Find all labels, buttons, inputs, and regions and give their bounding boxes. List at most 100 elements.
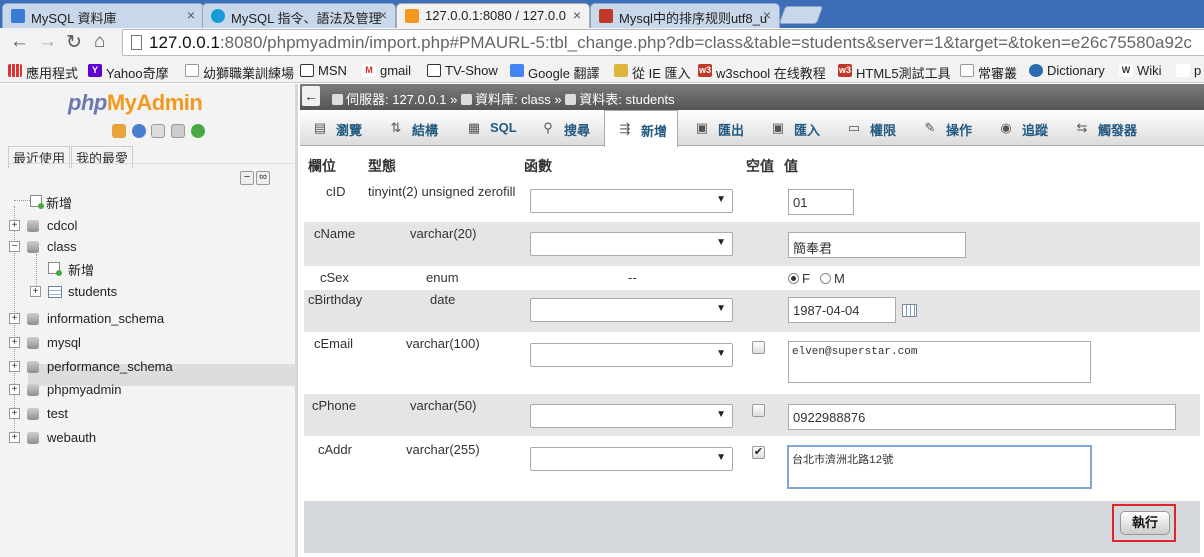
table-name[interactable]: students	[68, 284, 117, 299]
expand-icon[interactable]: +	[9, 313, 20, 324]
db-name[interactable]: performance_schema	[47, 359, 173, 374]
tree-db-class[interactable]: − class	[9, 239, 77, 254]
new-tab-button[interactable]	[778, 6, 824, 24]
bookmark-youth-training[interactable]: 幼獅職業訓練場	[185, 63, 294, 82]
value-input-cname[interactable]: 簡奉君	[788, 232, 966, 258]
expand-icon[interactable]: +	[30, 286, 41, 297]
tab-insert[interactable]: ⇶ 新增	[604, 110, 678, 147]
function-select[interactable]: ▼	[530, 447, 733, 471]
bookmark-overflow[interactable]: p	[1176, 63, 1201, 78]
link-with-main-icon[interactable]: ∞	[256, 171, 270, 185]
tree-db-phpmyadmin[interactable]: + phpmyadmin	[9, 382, 121, 397]
bookmark-msn[interactable]: MSN	[300, 63, 347, 78]
bookmark-html5-test[interactable]: w3 HTML5測試工具	[838, 63, 951, 82]
tab-tracking[interactable]: ◉ 追蹤	[986, 110, 1048, 146]
expand-icon[interactable]: +	[9, 220, 20, 231]
db-name[interactable]: mysql	[47, 335, 81, 350]
value-input-cid[interactable]: 01	[788, 189, 854, 215]
close-tab-icon[interactable]: ×	[763, 7, 771, 23]
radio-m[interactable]: M	[820, 271, 845, 286]
null-checkbox-cphone[interactable]	[752, 404, 765, 417]
home-icon[interactable]: ⌂	[94, 31, 105, 53]
null-checkbox-cemail[interactable]	[752, 341, 765, 354]
tab-privileges[interactable]: ▭ 權限	[834, 110, 896, 146]
home-icon[interactable]	[112, 124, 126, 138]
function-select[interactable]: ▼	[530, 298, 733, 322]
bookmark-dictionary[interactable]: Dictionary	[1029, 63, 1105, 78]
db-name[interactable]: test	[47, 406, 68, 421]
tab-browse[interactable]: ▤ 瀏覽	[300, 110, 362, 146]
phpmyadmin-logo[interactable]: phpMyAdmin	[68, 90, 203, 116]
tree-db-mysql[interactable]: + mysql	[9, 335, 81, 350]
bookmark-yahoo[interactable]: Y Yahoo奇摩	[88, 63, 169, 82]
tree-db-performance-schema[interactable]: + performance_schema	[9, 359, 173, 374]
reload-navigation-icon[interactable]	[190, 124, 205, 138]
expand-icon[interactable]: +	[9, 361, 20, 372]
back-arrow-icon[interactable]: ←	[10, 31, 29, 53]
tab-export[interactable]: ▣ 匯出	[682, 110, 744, 146]
collapse-navigation-icon[interactable]: ←	[302, 86, 320, 106]
forward-arrow-icon[interactable]: →	[38, 31, 57, 53]
expand-icon[interactable]: +	[9, 408, 20, 419]
tree-class-new-table[interactable]: 新增	[48, 260, 94, 279]
tab-favorites[interactable]: 我的最愛	[71, 146, 134, 168]
expand-icon[interactable]: +	[9, 337, 20, 348]
tree-db-webauth[interactable]: + webauth	[9, 430, 96, 445]
function-select[interactable]: ▼	[530, 189, 733, 213]
tab-import[interactable]: ▣ 匯入	[758, 110, 820, 146]
db-name[interactable]: webauth	[47, 430, 96, 445]
bookmark-apps[interactable]: 應用程式	[8, 63, 78, 82]
address-bar[interactable]: 127.0.0.1:8080/phpmyadmin/import.php#PMA…	[122, 29, 1204, 56]
function-select[interactable]: ▼	[530, 343, 733, 367]
db-name[interactable]: class	[47, 239, 77, 254]
tab-recent[interactable]: 最近使用	[8, 146, 71, 168]
execute-button[interactable]: 執行	[1120, 511, 1170, 535]
function-select[interactable]: ▼	[530, 232, 733, 256]
help-icon[interactable]	[131, 124, 146, 138]
breadcrumb-server[interactable]: 伺服器: 127.0.0.1	[346, 92, 446, 107]
radio-f[interactable]: F	[788, 271, 810, 286]
breadcrumb-table[interactable]: 資料表: students	[579, 92, 674, 107]
tab-structure[interactable]: ⇅ 結構	[376, 110, 438, 146]
tree-db-test[interactable]: + test	[9, 406, 68, 421]
tab-sql[interactable]: ▦ SQL	[454, 110, 517, 146]
close-tab-icon[interactable]: ×	[187, 7, 195, 23]
close-tab-icon[interactable]: ×	[379, 7, 387, 23]
breadcrumb-database[interactable]: 資料庫: class	[475, 92, 551, 107]
bookmark-common[interactable]: 常審叢	[960, 63, 1017, 82]
tab-operations[interactable]: ✎ 操作	[910, 110, 972, 146]
db-name[interactable]: phpmyadmin	[47, 382, 121, 397]
browser-tab-phpmyadmin[interactable]: 127.0.0.1:8080 / 127.0.0 ×	[396, 3, 590, 29]
value-input-cbirthday[interactable]: 1987-04-04	[788, 297, 896, 323]
bookmark-tv-show[interactable]: TV-Show	[427, 63, 498, 78]
bookmark-wiki[interactable]: W Wiki	[1119, 63, 1162, 78]
bookmark-ie-import[interactable]: 從 IE 匯入	[614, 63, 691, 82]
settings-icon[interactable]	[170, 124, 185, 138]
db-name[interactable]: information_schema	[47, 311, 164, 326]
value-textarea-cemail[interactable]: elven@superstar.com	[788, 341, 1091, 383]
browser-tab-mysql-commands[interactable]: MySQL 指令、語法及管理 ×	[202, 3, 396, 28]
tab-triggers[interactable]: ⇆ 觸發器	[1062, 110, 1137, 146]
expand-icon[interactable]: +	[9, 432, 20, 443]
browser-tab-mysql-db[interactable]: MySQL 資料庫 ×	[2, 3, 204, 28]
bookmark-w3school[interactable]: w3 w3school 在线教程	[698, 63, 826, 82]
tree-db-cdcol[interactable]: + cdcol	[9, 218, 77, 233]
value-textarea-caddr[interactable]: 台北市濟洲北路12號	[787, 445, 1092, 489]
calendar-icon[interactable]	[902, 304, 917, 317]
tree-new-database[interactable]: 新增	[30, 193, 72, 212]
collapse-all-icon[interactable]: −	[240, 171, 254, 185]
expand-icon[interactable]: +	[9, 384, 20, 395]
bookmark-gmail[interactable]: Mgmail	[362, 63, 411, 78]
tree-db-information-schema[interactable]: + information_schema	[9, 311, 164, 326]
null-checkbox-caddr[interactable]: ✔	[752, 446, 765, 459]
function-select[interactable]: ▼	[530, 404, 733, 428]
db-name[interactable]: cdcol	[47, 218, 77, 233]
value-input-cphone[interactable]: 0922988876	[788, 404, 1176, 430]
bookmark-google-translate[interactable]: Google 翻譯	[510, 63, 600, 82]
browser-tab-mysql-collation[interactable]: Mysql中的排序规则utf8_u ×	[590, 3, 780, 28]
reload-icon[interactable]: ↻	[66, 31, 82, 54]
tab-search[interactable]: ⚲ 搜尋	[528, 110, 590, 146]
close-tab-icon[interactable]: ×	[573, 7, 581, 23]
docs-icon[interactable]	[151, 124, 166, 138]
collapse-icon[interactable]: −	[9, 241, 20, 252]
